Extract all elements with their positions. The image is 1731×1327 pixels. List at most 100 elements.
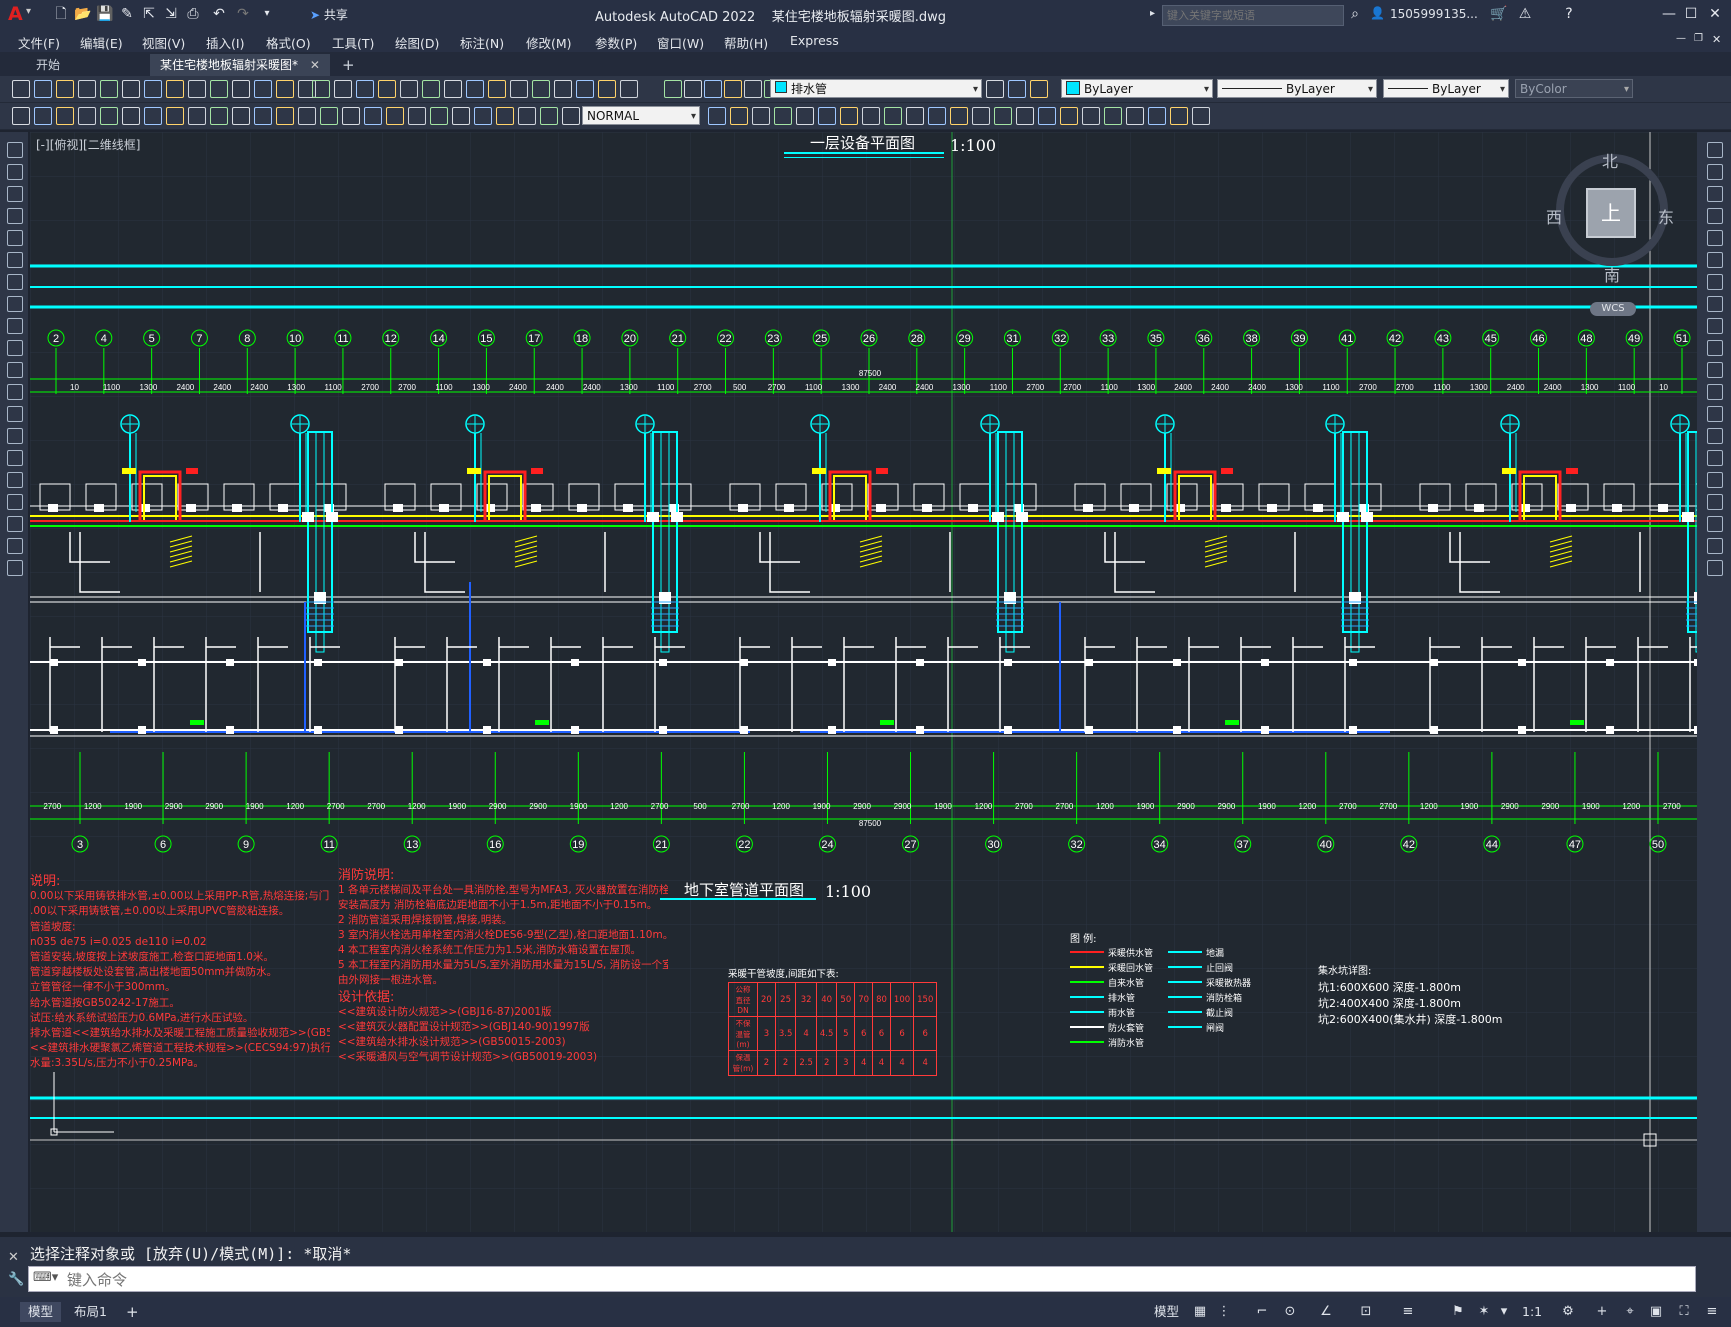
standard-tool-icon[interactable]	[232, 80, 250, 98]
draw-tool-icon[interactable]	[7, 274, 23, 290]
standard-tool-icon[interactable]	[724, 80, 742, 98]
standard-tool-icon[interactable]	[598, 80, 616, 98]
standard-tool-icon[interactable]	[1008, 80, 1026, 98]
menu-parametric[interactable]: 参数(P)	[595, 33, 637, 52]
menu-help[interactable]: 帮助(H)	[724, 33, 768, 52]
draw-tool-icon[interactable]	[7, 208, 23, 224]
dimension-tool-icon[interactable]	[320, 107, 338, 125]
dimension-tool-icon[interactable]	[34, 107, 52, 125]
standard-tool-icon[interactable]	[532, 80, 550, 98]
dimension-tool-icon[interactable]	[496, 107, 514, 125]
command-settings-icon[interactable]: 🔧	[8, 1272, 24, 1287]
dimension-tool-icon[interactable]	[452, 107, 470, 125]
viewcube-north[interactable]: 北	[1602, 148, 1618, 172]
dimension-tool-icon[interactable]	[562, 107, 580, 125]
model-space-button[interactable]: 模型	[1146, 1302, 1187, 1322]
redo-icon[interactable]: ↷	[234, 5, 252, 23]
dimension-tool-icon[interactable]	[298, 107, 316, 125]
tab-model[interactable]: 模型	[20, 1302, 62, 1322]
status-toggle-icon[interactable]: ⊡	[1358, 1304, 1374, 1320]
cart-icon[interactable]: 🛒	[1490, 5, 1508, 23]
dimension-tool-icon[interactable]	[1038, 107, 1056, 125]
add-layout-icon[interactable]: +	[118, 1302, 147, 1322]
tab-close-icon[interactable]: ✕	[310, 58, 320, 72]
status-toggle-icon[interactable]: ⌖	[1622, 1304, 1638, 1320]
dimension-tool-icon[interactable]	[928, 107, 946, 125]
standard-tool-icon[interactable]	[466, 80, 484, 98]
menu-dimension[interactable]: 标注(N)	[460, 33, 504, 52]
standard-tool-icon[interactable]	[210, 80, 228, 98]
status-toggle-icon[interactable]: ∠	[1318, 1304, 1334, 1320]
dimension-tool-icon[interactable]	[232, 107, 250, 125]
search-input[interactable]	[1163, 6, 1339, 25]
standard-tool-icon[interactable]	[1030, 80, 1048, 98]
draw-tool-icon[interactable]	[7, 318, 23, 334]
status-toggle-icon[interactable]: ≡	[1400, 1304, 1416, 1320]
menu-format[interactable]: 格式(O)	[266, 33, 311, 52]
dimension-tool-icon[interactable]	[210, 107, 228, 125]
dimension-tool-icon[interactable]	[188, 107, 206, 125]
status-toggle-icon[interactable]: ⚑	[1450, 1304, 1466, 1320]
dimension-tool-icon[interactable]	[100, 107, 118, 125]
status-toggle-icon[interactable]: ⊙	[1282, 1304, 1298, 1320]
dimension-tool-icon[interactable]	[1148, 107, 1166, 125]
menu-tools[interactable]: 工具(T)	[332, 33, 374, 52]
save-as-icon[interactable]: ✎	[118, 5, 136, 23]
standard-tool-icon[interactable]	[78, 80, 96, 98]
tab-layout1[interactable]: 布局1	[66, 1302, 115, 1322]
modify-tool-icon[interactable]	[1707, 164, 1723, 180]
share-button[interactable]: ➤ 共享	[310, 6, 348, 23]
menu-file[interactable]: 文件(F)	[18, 33, 60, 52]
standard-tool-icon[interactable]	[664, 80, 682, 98]
dimension-tool-icon[interactable]	[78, 107, 96, 125]
modify-tool-icon[interactable]	[1707, 340, 1723, 356]
standard-tool-icon[interactable]	[166, 80, 184, 98]
menu-window[interactable]: 窗口(W)	[657, 33, 704, 52]
dimension-tool-icon[interactable]	[386, 107, 404, 125]
dimension-tool-icon[interactable]	[474, 107, 492, 125]
status-toggle-icon[interactable]: ⚙	[1560, 1304, 1576, 1320]
draw-tool-icon[interactable]	[7, 384, 23, 400]
standard-tool-icon[interactable]	[684, 80, 702, 98]
doc-minimize-icon[interactable]: —	[1676, 33, 1686, 44]
search-icon[interactable]: ⌕	[1346, 5, 1364, 23]
draw-tool-icon[interactable]	[7, 230, 23, 246]
menu-express[interactable]: Express	[790, 33, 839, 48]
new-file-icon[interactable]: 🗋	[52, 5, 70, 23]
command-input[interactable]	[65, 1269, 1669, 1291]
new-tab-icon[interactable]: +	[332, 54, 365, 76]
standard-tool-icon[interactable]	[704, 80, 722, 98]
modify-tool-icon[interactable]	[1707, 450, 1723, 466]
standard-tool-icon[interactable]	[422, 80, 440, 98]
standard-tool-icon[interactable]	[400, 80, 418, 98]
draw-tool-icon[interactable]	[7, 186, 23, 202]
menu-insert[interactable]: 插入(I)	[206, 33, 244, 52]
standard-tool-icon[interactable]	[510, 80, 528, 98]
dimension-tool-icon[interactable]	[796, 107, 814, 125]
standard-tool-icon[interactable]	[488, 80, 506, 98]
tab-start[interactable]: 开始	[26, 54, 70, 76]
draw-tool-icon[interactable]	[7, 362, 23, 378]
help-icon[interactable]: ?	[1560, 5, 1578, 23]
dimstyle-dropdown[interactable]: NORMAL ▾	[582, 106, 700, 125]
linetype-dropdown[interactable]: ByLayer ▾	[1217, 79, 1377, 98]
status-toggle-icon[interactable]: ▾	[1496, 1304, 1512, 1320]
draw-tool-icon[interactable]	[7, 516, 23, 532]
minimize-icon[interactable]: —	[1660, 5, 1678, 23]
standard-tool-icon[interactable]	[312, 80, 330, 98]
standard-tool-icon[interactable]	[986, 80, 1004, 98]
modify-tool-icon[interactable]	[1707, 142, 1723, 158]
standard-tool-icon[interactable]	[444, 80, 462, 98]
dimension-tool-icon[interactable]	[972, 107, 990, 125]
draw-tool-icon[interactable]	[7, 538, 23, 554]
standard-tool-icon[interactable]	[334, 80, 352, 98]
standard-tool-icon[interactable]	[620, 80, 638, 98]
draw-tool-icon[interactable]	[7, 494, 23, 510]
standard-tool-icon[interactable]	[12, 80, 30, 98]
dimension-tool-icon[interactable]	[166, 107, 184, 125]
autodesk-account-icon[interactable]: ⚠	[1516, 5, 1534, 23]
draw-tool-icon[interactable]	[7, 406, 23, 422]
modify-tool-icon[interactable]	[1707, 538, 1723, 554]
modify-tool-icon[interactable]	[1707, 362, 1723, 378]
quick-access-chevron-icon[interactable]: ▾	[258, 5, 276, 23]
